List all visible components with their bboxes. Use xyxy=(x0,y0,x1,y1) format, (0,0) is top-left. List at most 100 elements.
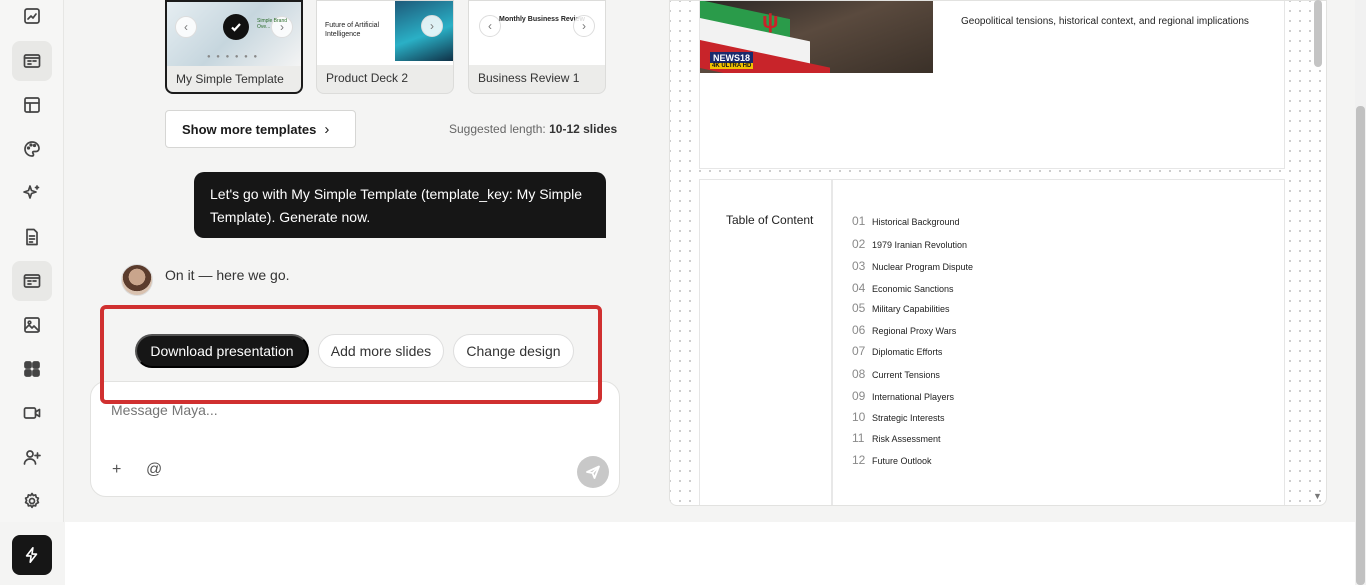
toc-number: 12 xyxy=(852,453,866,467)
message-composer: + @ xyxy=(90,381,620,497)
suggested-length-prefix: Suggested length: xyxy=(449,122,546,136)
lightning-icon xyxy=(25,546,38,564)
slide-subtitle: Geopolitical tensions, historical contex… xyxy=(961,16,1249,27)
plus-icon[interactable]: + xyxy=(112,461,121,479)
sidebar-item-video[interactable] xyxy=(12,393,52,433)
document-icon xyxy=(26,228,38,246)
app-root: ‹ › Simple Brand Ove... ● ● ● ● ● ● My S… xyxy=(0,0,1366,585)
template-card-selected[interactable]: ‹ › Simple Brand Ove... ● ● ● ● ● ● My S… xyxy=(165,0,303,94)
sidebar-item-themes[interactable] xyxy=(12,129,52,169)
toc-item: 12 Future Outlook xyxy=(852,453,932,467)
image-icon xyxy=(24,317,40,333)
sidebar xyxy=(0,0,64,522)
toc-item: 05 Military Capabilities xyxy=(852,301,950,315)
template-thumb-text: Future of Artificial Intelligence xyxy=(325,22,380,38)
sidebar-item-ai[interactable] xyxy=(12,173,52,213)
chat-panel: ‹ › Simple Brand Ove... ● ● ● ● ● ● My S… xyxy=(65,0,665,335)
chevron-left-icon[interactable]: ‹ xyxy=(479,15,501,37)
sidebar-item-layouts[interactable] xyxy=(12,85,52,125)
presentation-icon xyxy=(23,54,41,68)
template-label: Business Review 1 xyxy=(478,71,580,85)
show-more-label: Show more templates xyxy=(182,121,317,137)
toc-item: 11 Risk Assessment xyxy=(852,431,941,445)
toc-number: 08 xyxy=(852,367,866,381)
sidebar-item-settings[interactable] xyxy=(12,481,52,521)
chevron-right-icon: › xyxy=(324,120,330,138)
carousel-dots: ● ● ● ● ● ● xyxy=(207,54,260,60)
toc-text: 1979 Iranian Revolution xyxy=(872,240,968,250)
scroll-down-arrow-icon[interactable]: ▼ xyxy=(1313,491,1322,501)
slide-table-of-content[interactable]: Table of Content 01 Historical Background… xyxy=(699,179,1285,505)
template-thumbnail: Future of Artificial Intelligence › xyxy=(317,1,453,65)
change-design-button[interactable]: Change design xyxy=(453,334,574,368)
message-input[interactable] xyxy=(111,402,511,418)
preview-scrollbar-thumb[interactable] xyxy=(1314,0,1322,67)
news-badge: 4K ULTRA HD xyxy=(710,63,754,69)
toc-item: 08 Current Tensions xyxy=(852,367,940,381)
show-more-templates-button[interactable]: Show more templates › xyxy=(165,110,356,148)
toc-text: Economic Sanctions xyxy=(872,284,954,294)
send-button[interactable] xyxy=(577,456,609,488)
divider xyxy=(831,180,833,505)
toc-number: 07 xyxy=(852,344,866,358)
chat-scroll-gutter xyxy=(645,0,665,335)
toc-item: 03 Nuclear Program Dispute xyxy=(852,259,973,273)
sidebar-item-slides[interactable] xyxy=(12,261,52,301)
toc-text: Risk Assessment xyxy=(872,434,941,444)
toc-number: 01 xyxy=(852,214,866,228)
template-thumbnail: ‹ › Simple Brand Ove... ● ● ● ● ● ● xyxy=(167,2,301,66)
video-icon xyxy=(23,407,41,419)
chevron-left-icon[interactable]: ‹ xyxy=(175,16,197,38)
toc-text: Nuclear Program Dispute xyxy=(872,262,974,272)
sidebar-item-images[interactable] xyxy=(12,305,52,345)
send-icon xyxy=(586,465,600,479)
gear-icon xyxy=(24,492,40,509)
suggested-length: Suggested length: 10-12 slides xyxy=(449,122,617,136)
toc-item: 04 Economic Sanctions xyxy=(852,281,954,295)
upgrade-button[interactable] xyxy=(12,535,52,575)
toc-item: 07 Diplomatic Efforts xyxy=(852,344,942,358)
toc-number: 04 xyxy=(852,281,866,295)
template-thumb-text: Monthly Business Review xyxy=(499,16,585,23)
sidebar-item-documents[interactable] xyxy=(12,217,52,257)
template-card[interactable]: Future of Artificial Intelligence › Prod… xyxy=(316,0,454,94)
sidebar-item-presentations[interactable] xyxy=(12,41,52,81)
check-icon xyxy=(223,14,249,40)
sidebar-item-analytics[interactable] xyxy=(12,0,52,36)
template-label: My Simple Template xyxy=(176,72,284,86)
layout-icon xyxy=(24,97,40,113)
suggested-length-value: 10-12 slides xyxy=(549,122,618,136)
slide-title[interactable]: ψ NEWS18 4K ULTRA HD Geopolitical tensio… xyxy=(699,1,1285,169)
template-label: Product Deck 2 xyxy=(326,71,409,85)
footer-band xyxy=(65,522,1355,585)
slide-image: ψ NEWS18 4K ULTRA HD xyxy=(700,1,933,73)
flag-emblem-icon: ψ xyxy=(762,8,779,33)
toc-item: 02 1979 Iranian Revolution xyxy=(852,237,967,251)
toc-number: 10 xyxy=(852,410,866,424)
toc-text: Strategic Interests xyxy=(872,413,945,423)
toc-item: 09 International Players xyxy=(852,389,954,403)
toc-item: 06 Regional Proxy Wars xyxy=(852,323,956,337)
toc-title: Table of Content xyxy=(726,213,814,227)
chevron-right-icon[interactable]: › xyxy=(573,15,595,37)
template-thumb-text: Simple Brand Ove... xyxy=(257,18,288,30)
chevron-right-icon[interactable]: › xyxy=(421,15,443,37)
add-more-slides-button[interactable]: Add more slides xyxy=(318,334,444,368)
grid-icon xyxy=(24,361,40,377)
mention-icon[interactable]: @ xyxy=(146,461,162,479)
toc-number: 09 xyxy=(852,389,866,403)
template-thumbnail: ‹ Monthly Business Review › xyxy=(469,1,605,65)
assistant-message: On it — here we go. xyxy=(165,267,290,283)
sidebar-item-invite[interactable] xyxy=(12,437,52,477)
toc-number: 03 xyxy=(852,259,866,273)
toc-text: Future Outlook xyxy=(872,456,932,466)
slide-preview-panel: ψ NEWS18 4K ULTRA HD Geopolitical tensio… xyxy=(669,0,1327,506)
template-card[interactable]: ‹ Monthly Business Review › Business Rev… xyxy=(468,0,606,94)
toc-number: 02 xyxy=(852,237,866,251)
toc-text: International Players xyxy=(872,392,955,402)
palette-icon xyxy=(24,141,40,157)
toc-text: Historical Background xyxy=(872,217,960,227)
download-presentation-button[interactable]: Download presentation xyxy=(135,334,309,368)
sidebar-item-apps[interactable] xyxy=(12,349,52,389)
page-scrollbar-thumb[interactable] xyxy=(1356,106,1365,585)
